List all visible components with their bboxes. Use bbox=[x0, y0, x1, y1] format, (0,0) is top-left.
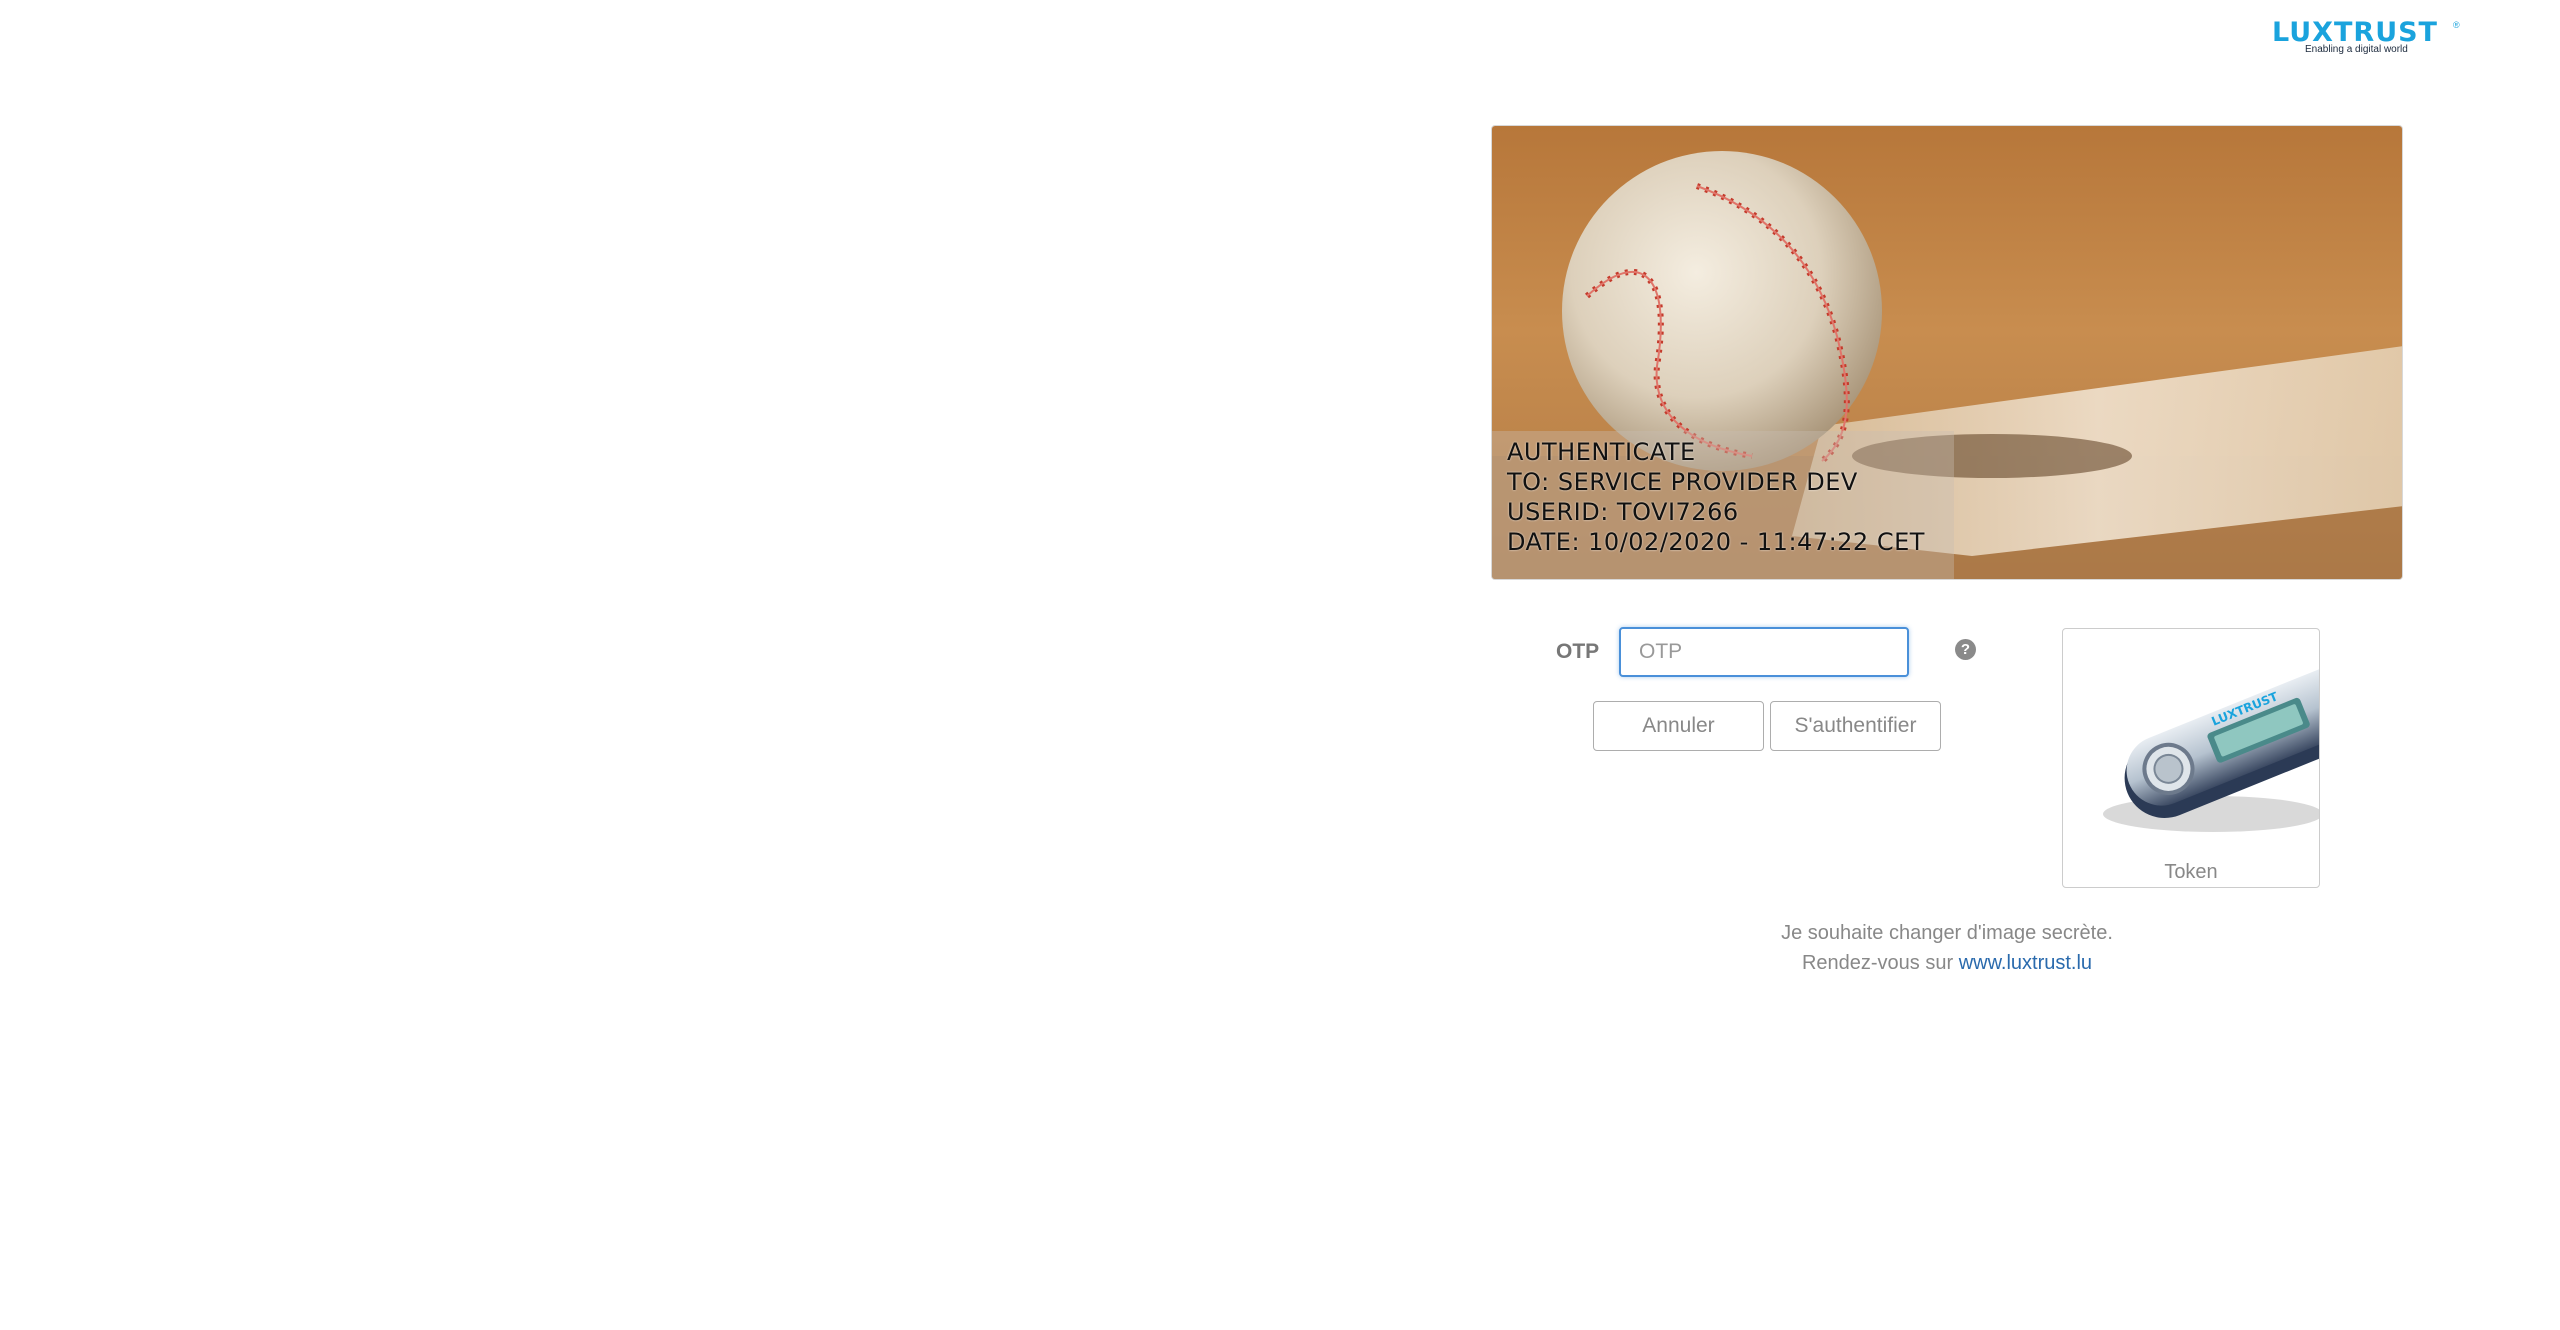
registered-mark: ® bbox=[2453, 20, 2460, 30]
otp-label: OTP bbox=[1556, 640, 1600, 663]
visit-site-line: Rendez-vous sur www.luxtrust.lu bbox=[1491, 948, 2403, 978]
authentication-page: LUXTRUST ® Enabling a digital world AUTH… bbox=[0, 0, 2560, 1330]
secret-image-caption: AUTHENTICATE TO: SERVICE PROVIDER DEV US… bbox=[1492, 431, 1954, 579]
token-label: Token bbox=[2164, 861, 2218, 883]
token-device-icon: LUXTRUST bbox=[2103, 667, 2319, 832]
secret-image: AUTHENTICATE TO: SERVICE PROVIDER DEV US… bbox=[1491, 125, 2403, 580]
otp-input[interactable] bbox=[1619, 627, 1909, 677]
change-image-text: Je souhaite changer d'image secrète. bbox=[1781, 922, 2113, 944]
caption-service-provider: TO: SERVICE PROVIDER DEV bbox=[1507, 468, 1858, 496]
token-option[interactable]: LUXTRUST Token bbox=[2062, 628, 2320, 888]
caption-userid: USERID: TOVI7266 bbox=[1507, 498, 1739, 526]
change-image-info: Je souhaite changer d'image secrète. Ren… bbox=[1491, 918, 2403, 978]
luxtrust-website-link[interactable]: www.luxtrust.lu bbox=[1959, 952, 2092, 974]
luxtrust-logo: LUXTRUST ® Enabling a digital world bbox=[2272, 18, 2462, 58]
authenticate-button[interactable]: S'authentifier bbox=[1770, 701, 1941, 751]
visit-site-prefix: Rendez-vous sur bbox=[1801, 952, 1959, 974]
cancel-button[interactable]: Annuler bbox=[1593, 701, 1764, 751]
logo-tagline: Enabling a digital world bbox=[2305, 44, 2408, 55]
caption-date: DATE: 10/02/2020 - 11:47:22 CET bbox=[1507, 528, 1925, 556]
caption-action: AUTHENTICATE bbox=[1507, 438, 1696, 466]
question-circle-icon[interactable]: ? bbox=[1955, 639, 1976, 660]
